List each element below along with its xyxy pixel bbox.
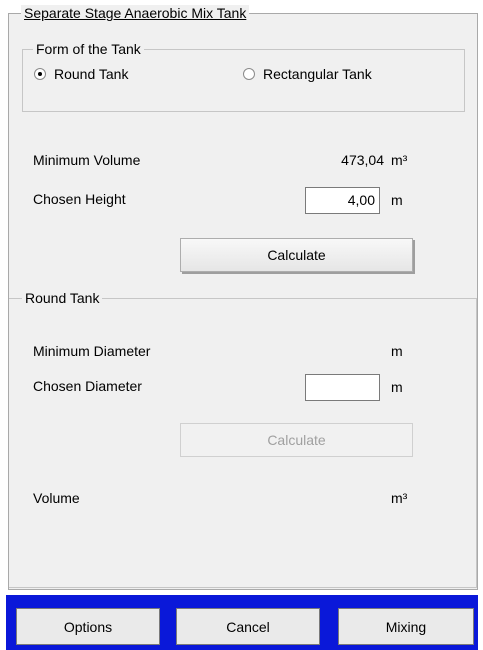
cancel-button[interactable]: Cancel xyxy=(176,608,320,645)
options-label: Options xyxy=(63,618,113,635)
rectangular-tank-radio[interactable]: Rectangular Tank xyxy=(243,66,372,82)
calculate-volume-label: Calculate xyxy=(267,247,326,263)
mix-tank-panel: Separate Stage Anaerobic Mix Tank Form o… xyxy=(8,5,478,590)
calculate-diameter-label: Calculate xyxy=(267,432,326,448)
form-of-tank-group: Form of the Tank Round Tank Rectangular … xyxy=(22,41,465,112)
chosen-diameter-input[interactable] xyxy=(305,374,380,401)
volume-label: Volume xyxy=(33,490,80,506)
round-tank-label: Round Tank xyxy=(54,66,129,82)
volume-unit: m³ xyxy=(391,490,408,506)
min-diameter-label: Minimum Diameter xyxy=(33,343,151,359)
min-volume-unit: m³ xyxy=(391,152,408,168)
radio-checked-icon xyxy=(34,68,46,80)
min-diameter-unit: m xyxy=(391,343,403,359)
radio-unchecked-icon xyxy=(243,68,255,80)
round-tank-radio[interactable]: Round Tank xyxy=(34,66,128,82)
chosen-diameter-unit: m xyxy=(391,379,403,395)
round-tank-legend: Round Tank xyxy=(22,290,103,306)
footer-bar: Options Cancel Mixing xyxy=(6,595,478,650)
chosen-height-input[interactable]: 4,00 xyxy=(305,187,380,214)
rectangular-tank-label: Rectangular Tank xyxy=(263,66,372,82)
options-button[interactable]: Options xyxy=(16,608,160,645)
round-tank-group: Round Tank Minimum Diameter m Chosen Dia… xyxy=(9,290,477,588)
calculate-volume-button[interactable]: Calculate xyxy=(180,238,413,272)
form-of-tank-legend: Form of the Tank xyxy=(33,41,144,57)
panel-title: Separate Stage Anaerobic Mix Tank xyxy=(21,5,250,21)
chosen-height-unit: m xyxy=(391,192,403,208)
chosen-height-label: Chosen Height xyxy=(33,191,126,207)
mixing-button[interactable]: Mixing xyxy=(338,608,474,645)
min-volume-label: Minimum Volume xyxy=(33,152,141,168)
cancel-label: Cancel xyxy=(226,618,270,635)
min-volume-value: 473,04 xyxy=(341,152,384,168)
chosen-diameter-label: Chosen Diameter xyxy=(33,378,142,394)
calculate-diameter-button[interactable]: Calculate xyxy=(180,423,413,457)
mixing-label: Mixing xyxy=(385,618,427,635)
